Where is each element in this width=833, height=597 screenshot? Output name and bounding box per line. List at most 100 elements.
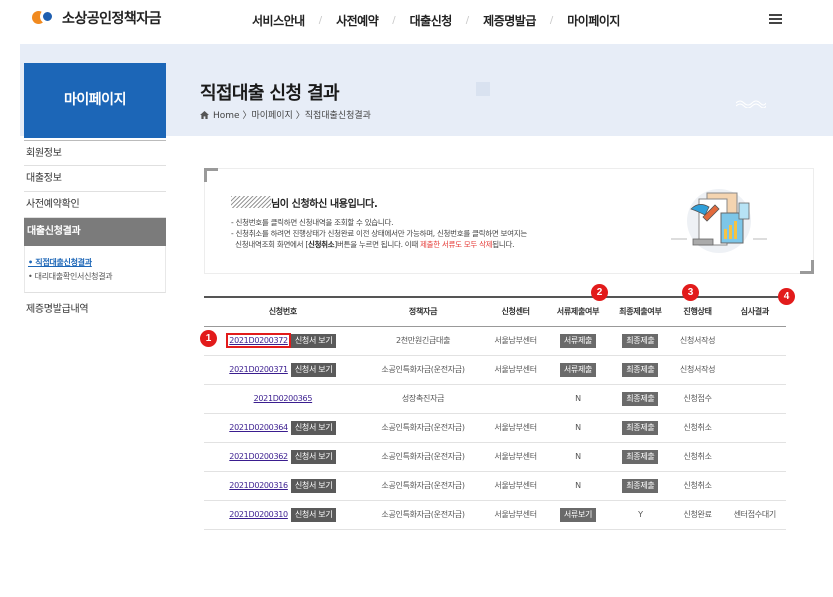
sidebar-submenu: • 직접대출신청결과 • 대리대출확인서신청결과 bbox=[24, 246, 166, 293]
info-line: - 신청취소를 하려면 진행상태가 신청완료 이전 상태에서만 가능하며, 신청… bbox=[231, 229, 527, 238]
center-cell: 서울남부센터 bbox=[484, 326, 547, 356]
docs-submitted-badge: 서류제출 bbox=[559, 333, 597, 348]
final-submitted-badge: 최종제출 bbox=[622, 478, 659, 493]
status-cell: 신청접수 bbox=[671, 384, 724, 414]
status-cell: 신청취소 bbox=[671, 471, 724, 501]
docs-submitted-badge: 서류제출 bbox=[559, 362, 597, 377]
view-application-button[interactable]: 신청서 보기 bbox=[290, 362, 337, 377]
sidebar-item-booking-check[interactable]: 사전예약확인 bbox=[24, 192, 166, 218]
fund-cell: 성장촉진자금 bbox=[361, 384, 485, 414]
info-heading: 님이 신청하신 내용입니다. bbox=[271, 199, 378, 210]
document-illustration-icon bbox=[671, 189, 767, 253]
final-submitted-badge: 최종제출 bbox=[622, 391, 659, 406]
corner-decoration bbox=[204, 168, 218, 182]
application-number-link[interactable]: 2021D0200364 bbox=[229, 423, 288, 432]
sidebar-item-certificate-history[interactable]: 제증명발급내역 bbox=[24, 297, 166, 323]
sidebar-subitem-agency-loan-result[interactable]: • 대리대출확인서신청결과 bbox=[28, 270, 165, 284]
info-line: 신청내역조회 화면에서 [신청취소]버튼을 누르면 됩니다. 이때 제출한 서류… bbox=[235, 240, 515, 249]
logo-text: 소상공인정책자금 bbox=[62, 11, 162, 27]
section-title: 마이페이지 bbox=[24, 63, 166, 138]
table-row: 2021D0200310 신청서 보기 소공인특화자금(운전자금) 서울남부센터 … bbox=[204, 500, 786, 530]
final-submitted-badge: 최종제출 bbox=[622, 333, 659, 348]
home-icon[interactable] bbox=[200, 110, 209, 119]
sidebar-item-loan-result[interactable]: 대출신청결과 bbox=[24, 218, 166, 246]
info-line: - 신청번호를 클릭하면 신청내역을 조회할 수 있습니다. bbox=[231, 218, 394, 227]
fund-cell: 소공인특화자금(운전자금) bbox=[361, 413, 485, 443]
fund-cell: 소공인특화자금(운전자금) bbox=[361, 355, 485, 385]
table-row: 2021D0200365 성장촉진자금 N 최종제출 신청접수 bbox=[204, 384, 786, 414]
col-header-app-number: 신청번호 bbox=[204, 296, 362, 327]
callout-marker-3: 3 bbox=[682, 284, 699, 301]
final-submitted-badge: 최종제출 bbox=[622, 362, 659, 377]
table-row: 2021D0200372 신청서 보기 2천만원긴급대출 서울남부센터 서류제출 … bbox=[204, 326, 786, 356]
page-title: 직접대출 신청 결과 bbox=[200, 83, 340, 104]
view-application-button[interactable]: 신청서 보기 bbox=[290, 333, 337, 348]
main-nav: 서비스안내 / 사전예약 / 대출신청 / 제증명발급 / 마이페이지 bbox=[252, 12, 620, 29]
col-header-doc-submitted: 서류제출여부 bbox=[546, 296, 610, 327]
nav-certificates[interactable]: 제증명발급 bbox=[483, 12, 536, 29]
info-box: 님이 신청하신 내용입니다. - 신청번호를 클릭하면 신청내역을 조회할 수 … bbox=[204, 168, 814, 274]
result-cell bbox=[723, 413, 786, 443]
breadcrumb-text[interactable]: Home 〉마이페이지 〉직접대출신청결과 bbox=[213, 108, 371, 121]
top-header: 소상공인정책자금 서비스안내 / 사전예약 / 대출신청 / 제증명발급 / 마… bbox=[0, 0, 833, 44]
result-cell: 센터접수대기 bbox=[723, 500, 786, 530]
application-number-link[interactable]: 2021D0200371 bbox=[229, 365, 288, 374]
application-number-link[interactable]: 2021D0200310 bbox=[229, 510, 288, 519]
view-application-button[interactable]: 신청서 보기 bbox=[290, 449, 337, 464]
application-number-link[interactable]: 2021D0200372 bbox=[226, 332, 291, 348]
nav-service-info[interactable]: 서비스안내 bbox=[252, 12, 305, 29]
sidebar-item-loan-info[interactable]: 대출정보 bbox=[24, 166, 166, 192]
center-cell bbox=[484, 384, 547, 414]
nav-separator: / bbox=[549, 15, 554, 26]
application-number-link[interactable]: 2021D0200365 bbox=[254, 394, 313, 403]
center-cell: 서울남부센터 bbox=[484, 471, 547, 501]
info-description: - 신청번호를 클릭하면 신청내역을 조회할 수 있습니다. - 신청취소를 하… bbox=[231, 217, 527, 250]
final-submitted-cell: Y bbox=[609, 500, 672, 530]
view-documents-button[interactable]: 서류보기 bbox=[559, 507, 597, 522]
col-header-review-result: 심사결과 bbox=[723, 296, 786, 327]
hamburger-menu-icon[interactable] bbox=[769, 14, 782, 25]
fund-cell: 소공인특화자금(운전자금) bbox=[361, 442, 485, 472]
result-cell bbox=[723, 326, 786, 356]
nav-mypage[interactable]: 마이페이지 bbox=[567, 12, 620, 29]
table-header-row: 신청번호 정책자금 신청센터 서류제출여부 최종제출여부 진행상태 심사결과 bbox=[204, 296, 786, 327]
nav-separator: / bbox=[392, 15, 396, 26]
status-cell: 신청취소 bbox=[671, 413, 724, 443]
final-submitted-badge: 최종제출 bbox=[622, 449, 659, 464]
site-logo[interactable]: 소상공인정책자금 bbox=[32, 8, 162, 28]
status-cell: 신청서작성 bbox=[671, 355, 724, 385]
masked-username bbox=[231, 196, 271, 208]
banner-decoration bbox=[476, 82, 490, 96]
application-number-link[interactable]: 2021D0200316 bbox=[229, 481, 288, 490]
callout-marker-1: 1 bbox=[200, 330, 217, 347]
result-cell bbox=[723, 442, 786, 472]
nav-loan-apply[interactable]: 대출신청 bbox=[410, 12, 453, 29]
table-row: 2021D0200316 신청서 보기 소공인특화자금(운전자금) 서울남부센터 … bbox=[204, 471, 786, 501]
result-cell bbox=[723, 384, 786, 414]
view-application-button[interactable]: 신청서 보기 bbox=[290, 420, 337, 435]
final-submitted-badge: 최종제출 bbox=[622, 420, 659, 435]
table-row: 2021D0200362 신청서 보기 소공인특화자금(운전자금) 서울남부센터 … bbox=[204, 442, 786, 472]
table-row: 2021D0200371 신청서 보기 소공인특화자금(운전자금) 서울남부센터 … bbox=[204, 355, 786, 385]
sidebar-item-member-info[interactable]: 회원정보 bbox=[24, 140, 166, 166]
nav-separator: / bbox=[465, 15, 470, 26]
sidebar-subitem-direct-loan-result[interactable]: • 직접대출신청결과 bbox=[28, 256, 165, 270]
docs-submitted-cell: N bbox=[546, 384, 610, 414]
corner-decoration bbox=[800, 260, 814, 274]
center-cell: 서울남부센터 bbox=[484, 442, 547, 472]
view-application-button[interactable]: 신청서 보기 bbox=[290, 478, 337, 493]
nav-pre-booking[interactable]: 사전예약 bbox=[336, 12, 379, 29]
application-number-link[interactable]: 2021D0200362 bbox=[229, 452, 288, 461]
logo-icon bbox=[32, 8, 56, 28]
table-row: 2021D0200364 신청서 보기 소공인특화자금(운전자금) 서울남부센터 … bbox=[204, 413, 786, 443]
callout-marker-2: 2 bbox=[591, 284, 608, 301]
application-results-table: 신청번호 정책자금 신청센터 서류제출여부 최종제출여부 진행상태 심사결과 2… bbox=[204, 296, 786, 530]
col-header-final-submitted: 최종제출여부 bbox=[609, 296, 672, 327]
center-cell: 서울남부센터 bbox=[484, 413, 547, 443]
docs-submitted-cell: N bbox=[546, 413, 610, 443]
col-header-fund: 정책자금 bbox=[361, 296, 485, 327]
fund-cell: 2천만원긴급대출 bbox=[361, 326, 485, 356]
view-application-button[interactable]: 신청서 보기 bbox=[290, 507, 337, 522]
fund-cell: 소공인특화자금(운전자금) bbox=[361, 471, 485, 501]
status-cell: 신청완료 bbox=[671, 500, 724, 530]
